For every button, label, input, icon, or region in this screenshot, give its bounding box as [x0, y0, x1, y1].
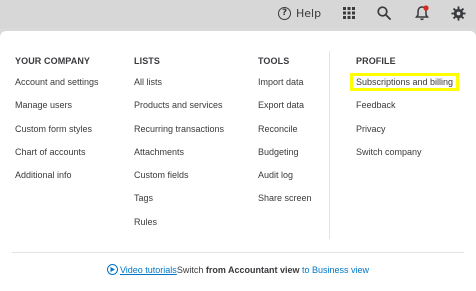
highlighted-label: Subscriptions and billing — [349, 73, 460, 91]
menu-item-attachments[interactable]: Attachments — [134, 145, 224, 168]
video-tutorials-link[interactable]: Video tutorials — [120, 265, 177, 275]
column-heading: PROFILE — [356, 56, 396, 66]
notifications-bell-icon[interactable] — [413, 4, 431, 22]
menu-item-custom-form-styles[interactable]: Custom form styles — [15, 122, 99, 145]
column-heading: YOUR COMPANY — [15, 56, 91, 66]
top-bar: ? Help — [0, 0, 476, 28]
settings-menu-panel: YOUR COMPANY Account and settings Manage… — [0, 31, 476, 291]
menu-footer: Video tutorials Switch from Accountant v… — [0, 264, 476, 275]
menu-item-privacy[interactable]: Privacy — [356, 122, 456, 145]
column-your-company: YOUR COMPANY Account and settings Manage… — [15, 56, 99, 191]
menu-item-subscriptions-billing[interactable]: Subscriptions and billing — [349, 73, 460, 98]
help-icon: ? — [278, 6, 291, 20]
search-icon[interactable] — [375, 4, 393, 22]
menu-item-rules[interactable]: Rules — [134, 215, 224, 238]
menu-item-export-data[interactable]: Export data — [258, 98, 312, 121]
settings-gear-icon[interactable] — [449, 4, 467, 22]
apps-grid-icon[interactable] — [340, 4, 358, 22]
column-tools: TOOLS Import data Export data Reconcile … — [258, 56, 312, 215]
help-button[interactable]: ? Help — [278, 4, 321, 22]
column-profile: PROFILE Subscriptions and billing Feedba… — [349, 56, 460, 168]
play-circle-icon — [106, 264, 118, 275]
menu-item-additional-info[interactable]: Additional info — [15, 168, 99, 191]
menu-item-chart-of-accounts[interactable]: Chart of accounts — [15, 145, 99, 168]
menu-item-products-services[interactable]: Products and services — [134, 98, 224, 121]
switch-from-text: from Accountant view — [205, 264, 300, 275]
menu-item-feedback[interactable]: Feedback — [356, 98, 456, 121]
menu-item-budgeting[interactable]: Budgeting — [258, 145, 312, 168]
column-lists: LISTS All lists Products and services Re… — [134, 56, 224, 238]
column-divider — [329, 51, 330, 239]
menu-item-import-data[interactable]: Import data — [258, 75, 312, 98]
footer-divider — [12, 252, 464, 253]
menu-item-reconcile[interactable]: Reconcile — [258, 122, 312, 145]
menu-item-switch-company[interactable]: Switch company — [356, 145, 456, 168]
help-label: Help — [296, 6, 322, 20]
menu-item-share-screen[interactable]: Share screen — [258, 191, 312, 214]
column-heading: LISTS — [134, 56, 161, 66]
menu-item-manage-users[interactable]: Manage users — [15, 98, 99, 121]
menu-item-custom-fields[interactable]: Custom fields — [134, 168, 224, 191]
switch-to-text: to Business view — [299, 264, 370, 275]
menu-item-audit-log[interactable]: Audit log — [258, 168, 312, 191]
menu-item-all-lists[interactable]: All lists — [134, 75, 224, 98]
menu-item-account-settings[interactable]: Account and settings — [15, 75, 99, 98]
menu-item-recurring-transactions[interactable]: Recurring transactions — [134, 122, 224, 145]
column-heading: TOOLS — [258, 56, 290, 66]
switch-view-link[interactable]: Switch from Accountant view to Business … — [177, 265, 369, 275]
switch-prefix: Switch — [176, 264, 206, 275]
menu-item-tags[interactable]: Tags — [134, 191, 224, 214]
